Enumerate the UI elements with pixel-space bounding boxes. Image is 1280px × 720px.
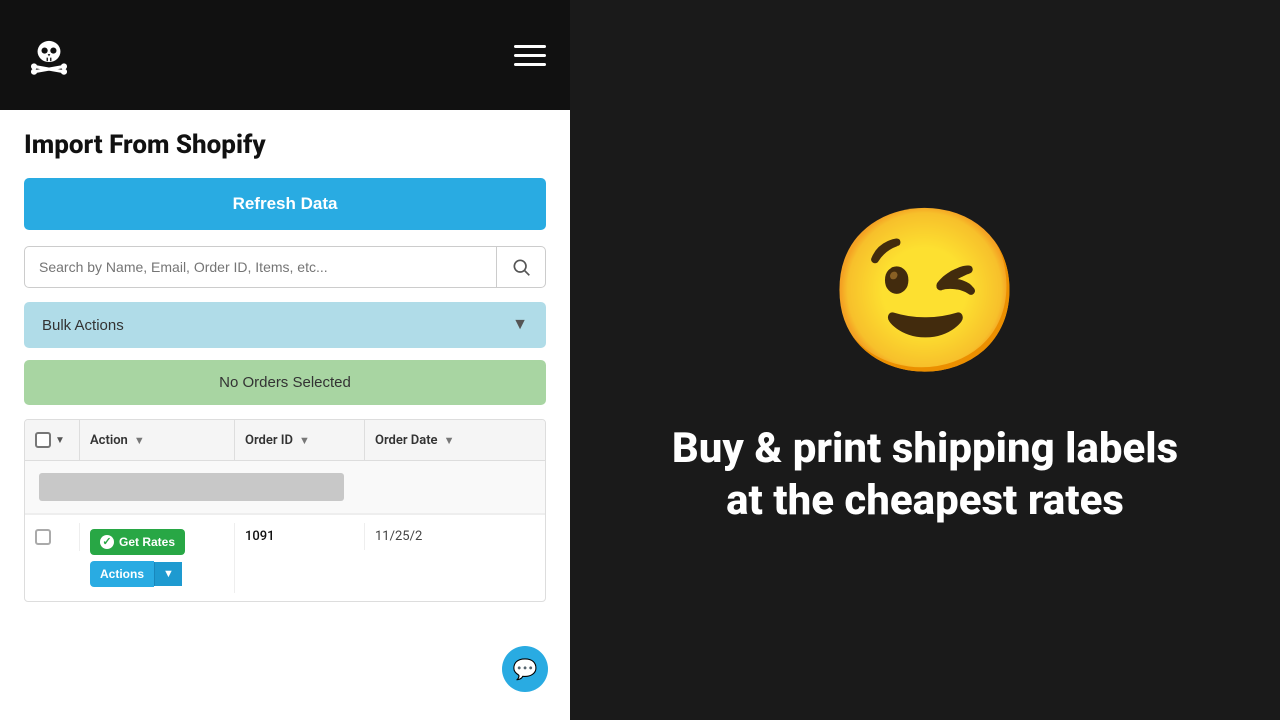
order-date-column-label: Order Date [375,433,438,448]
page-title: Import From Shopify [24,130,546,160]
td-order-date: 11/25/2 [365,523,485,550]
app-logo [24,30,74,80]
table-row: ✓ Get Rates Actions ▼ 1091 11/25/2 [25,514,545,601]
actions-split-button: Actions ▼ [90,561,185,587]
search-button[interactable] [496,247,545,287]
chat-icon: 💬 [513,657,538,681]
row-checkbox[interactable] [35,529,51,545]
action-buttons: ✓ Get Rates Actions ▼ [90,529,185,587]
promo-text: Buy & print shipping labelsat the cheape… [672,423,1178,528]
td-order-id: 1091 [235,523,365,550]
check-circle-icon: ✓ [100,535,114,549]
main-content: Import From Shopify Refresh Data Bulk Ac… [0,110,570,720]
promo-panel: 😉 Buy & print shipping labelsat the chea… [570,0,1280,720]
select-all-checkbox[interactable] [35,432,51,448]
search-icon [511,257,531,277]
th-action: Action ▼ [80,420,235,460]
logo-area [24,30,74,80]
orders-selected-button[interactable]: No Orders Selected [24,360,546,405]
orders-table: ▼ Action ▼ Order ID ▼ Order Date ▼ [24,419,546,602]
filter-icon[interactable]: ▼ [444,434,455,447]
bulk-actions-label: Bulk Actions [42,317,124,334]
filter-icon[interactable]: ▼ [134,434,145,447]
th-order-id: Order ID ▼ [235,420,365,460]
action-column-label: Action [90,433,128,448]
search-bar [24,246,546,288]
order-id-column-label: Order ID [245,433,293,448]
bulk-actions-dropdown[interactable]: Bulk Actions ▼ [24,302,546,348]
app-header [0,0,570,110]
td-action: ✓ Get Rates Actions ▼ [80,523,235,593]
th-checkbox: ▼ [25,420,80,460]
chevron-down-icon: ▼ [512,316,528,334]
table-header: ▼ Action ▼ Order ID ▼ Order Date ▼ [25,420,545,461]
filter-icon[interactable]: ▼ [299,434,310,447]
th-order-date: Order Date ▼ [365,420,485,460]
chevron-down-icon[interactable]: ▼ [55,435,65,446]
actions-chevron-button[interactable]: ▼ [154,562,182,586]
loading-placeholder [39,473,344,501]
get-rates-button[interactable]: ✓ Get Rates [90,529,185,555]
refresh-data-button[interactable]: Refresh Data [24,178,546,230]
wink-emoji: 😉 [825,193,1025,393]
td-checkbox [25,523,80,551]
get-rates-label: Get Rates [119,535,175,549]
hamburger-menu-icon[interactable] [514,45,546,66]
actions-main-button[interactable]: Actions [90,561,154,587]
chat-fab-button[interactable]: 💬 [502,646,548,692]
search-input[interactable] [25,247,496,287]
